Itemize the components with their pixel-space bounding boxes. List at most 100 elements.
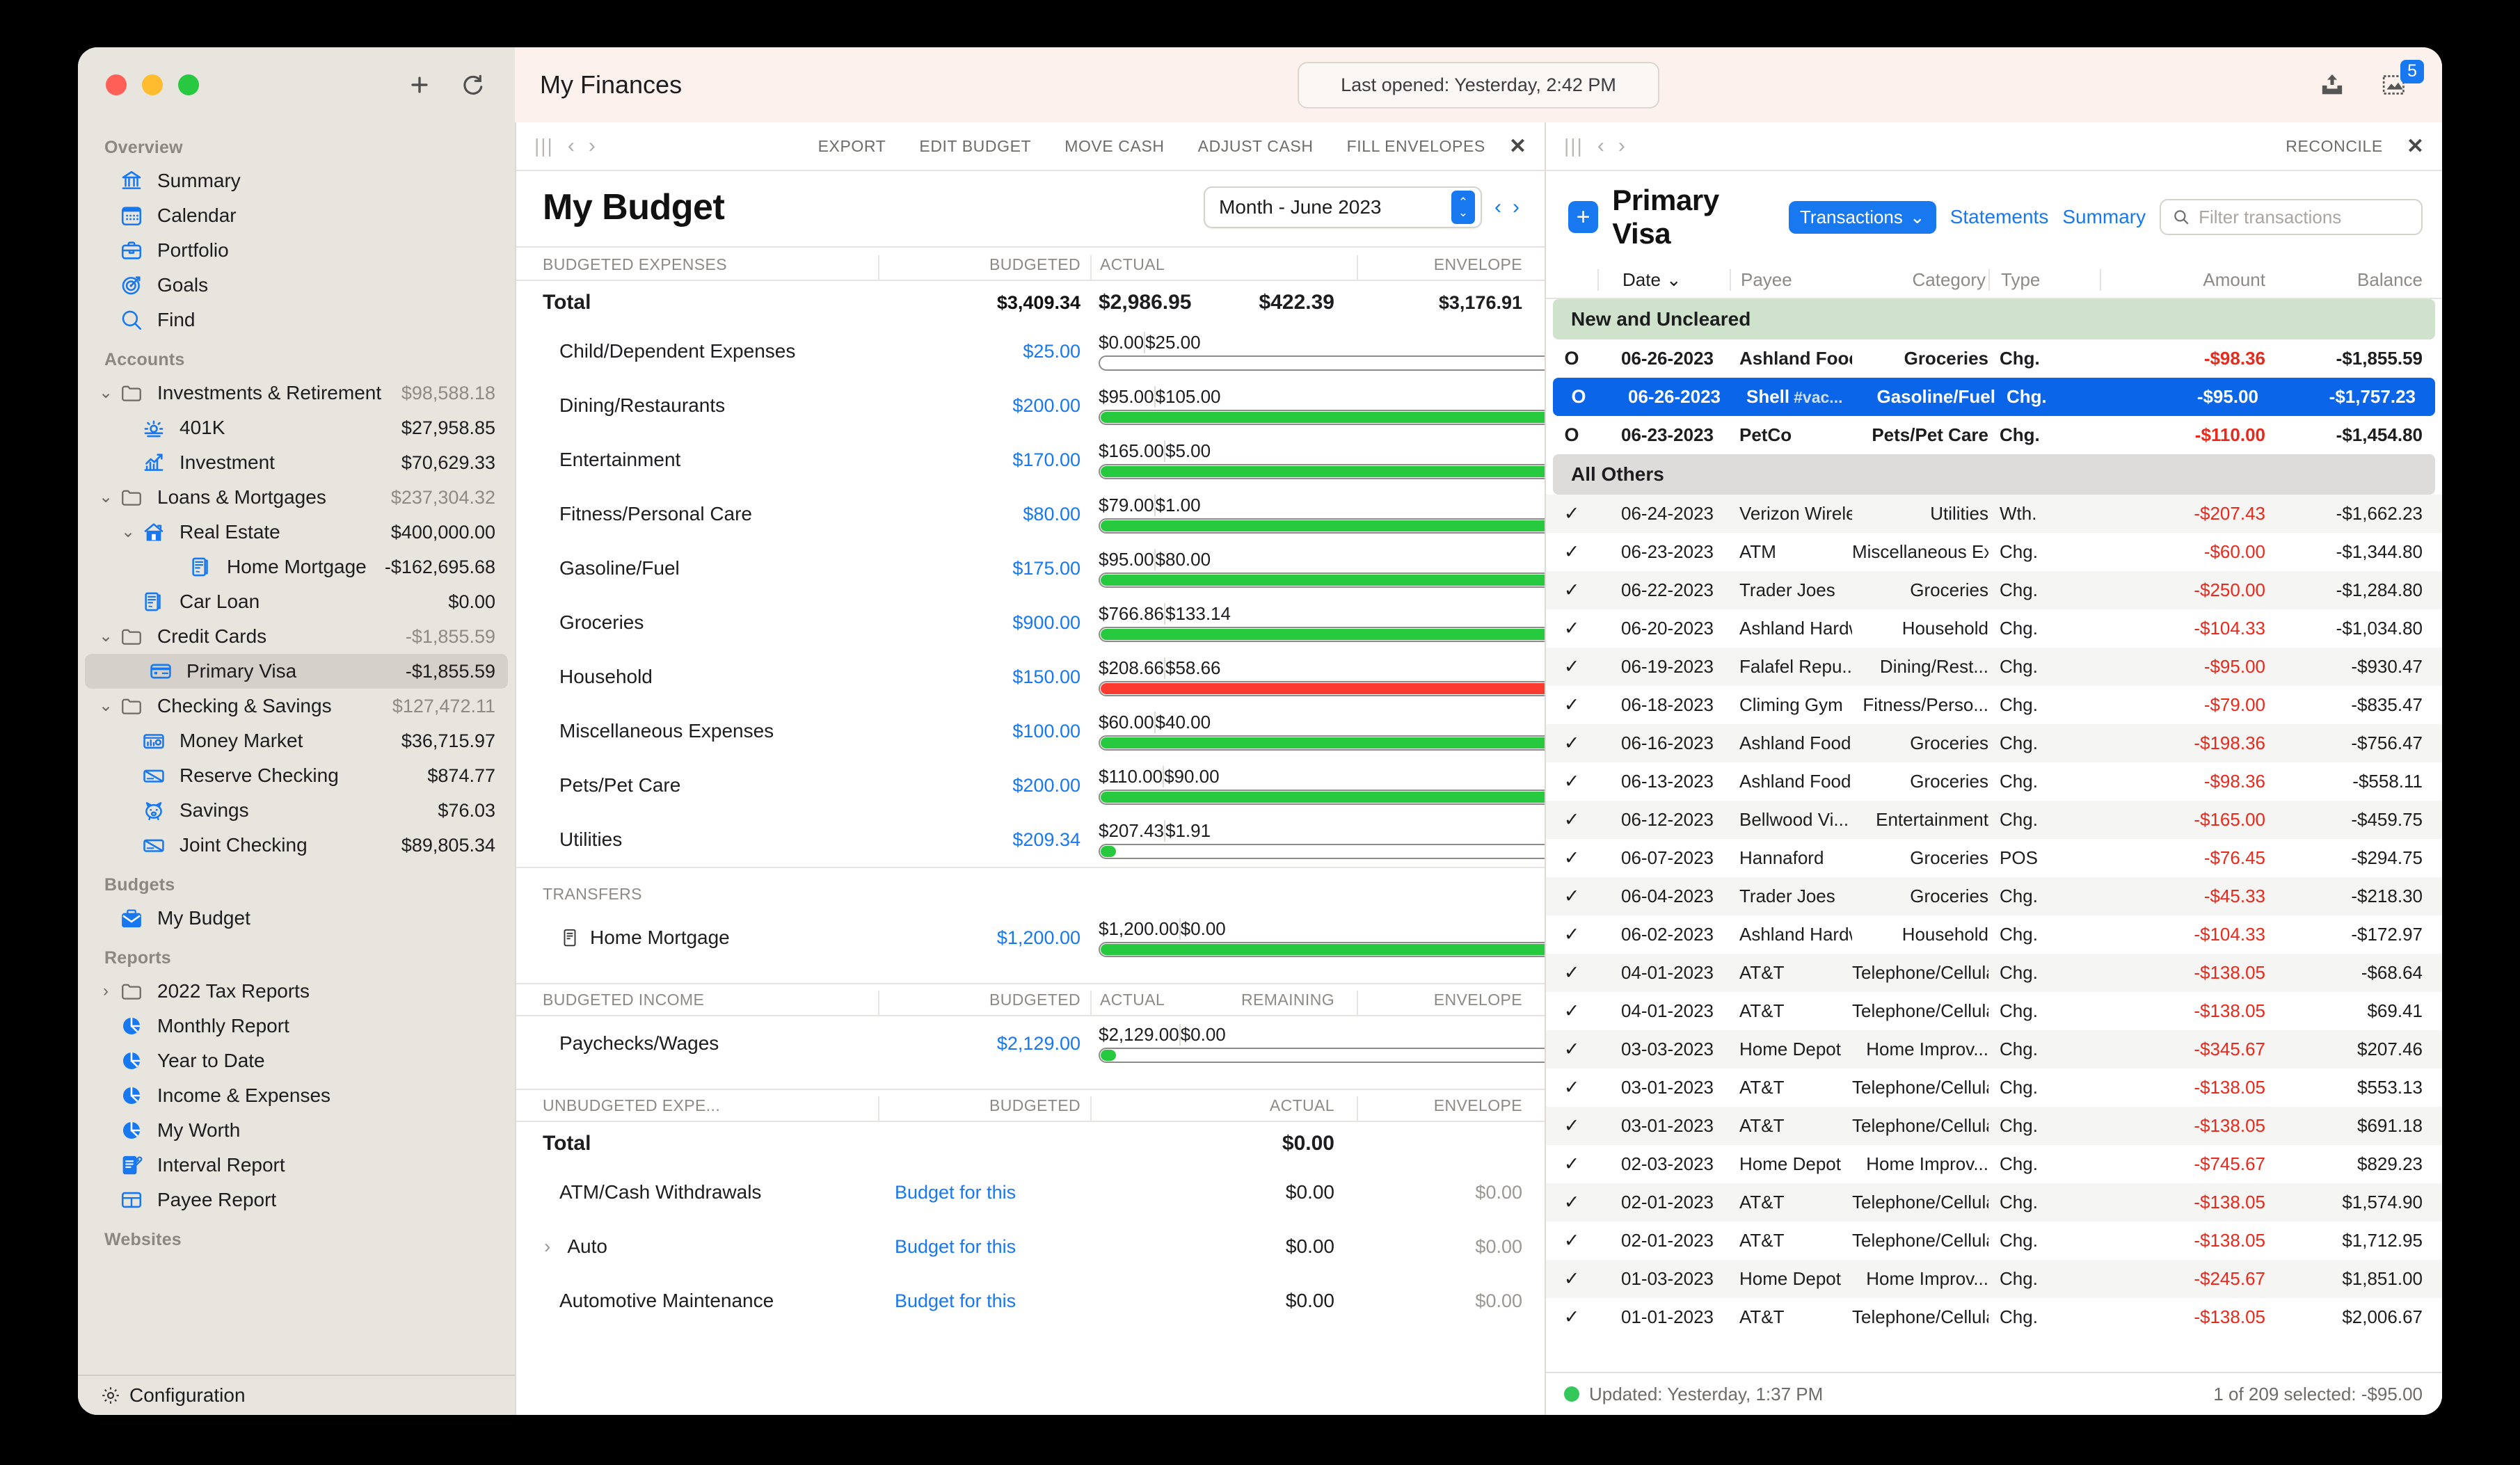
- sidebar-scroll-area[interactable]: Overview Summary Calendar Portfolio Goals Fin…: [78, 122, 515, 1375]
- sidebar-item-my-worth[interactable]: My Worth: [78, 1113, 515, 1148]
- close-window-button[interactable]: [106, 74, 127, 95]
- column-header-name[interactable]: BUDGETED EXPENSES: [516, 255, 878, 280]
- sidebar-item-2022-tax-reports[interactable]: › 2022 Tax Reports: [78, 974, 515, 1009]
- window-controls[interactable]: [106, 74, 199, 95]
- grip-icon[interactable]: |||: [1564, 135, 1584, 157]
- cleared-status-icon[interactable]: ✓: [1546, 809, 1597, 831]
- sidebar-item-joint-checking[interactable]: Joint Checking $89,805.34: [78, 828, 515, 863]
- table-row[interactable]: O 06-23-2023 PetCo Pets/Pet Care Chg. -$110.0…: [1546, 416, 2442, 454]
- toolbar-edit-budget-button[interactable]: EDIT BUDGET: [919, 137, 1031, 156]
- table-row[interactable]: ✓ 04-01-2023 AT&T Telephone/Cellular Chg. -$1…: [1546, 954, 2442, 992]
- sidebar-item-investments-retirement[interactable]: ⌄ Investments & Retirement $98,588.18: [78, 376, 515, 410]
- sidebar-item-reserve-checking[interactable]: Reserve Checking $874.77: [78, 758, 515, 793]
- progress-bar[interactable]: [1099, 518, 1545, 534]
- prev-period-button[interactable]: ‹: [1494, 195, 1501, 219]
- budget-row[interactable]: Miscellaneous Expenses $100.00 $60.00 $40.0…: [516, 704, 1545, 758]
- budget-row[interactable]: Fitness/Personal Care $80.00$79.00$1.00LE…: [516, 487, 1545, 541]
- minimize-window-button[interactable]: [142, 74, 163, 95]
- period-stepper[interactable]: ⌃ ⌄: [1451, 191, 1475, 224]
- cleared-status-icon[interactable]: O: [1546, 348, 1597, 369]
- column-header-income-budgeted[interactable]: BUDGETED: [878, 991, 1090, 1015]
- maximize-window-button[interactable]: [178, 74, 199, 95]
- progress-bar[interactable]: [1099, 942, 1545, 957]
- tab-summary[interactable]: Summary: [2062, 206, 2146, 228]
- column-header-date[interactable]: Date ⌄: [1597, 269, 1730, 291]
- sidebar-item-primary-visa[interactable]: Primary Visa -$1,855.59: [85, 654, 508, 689]
- table-row[interactable]: ✓ 03-03-2023 Home Depot Home Improv... Chg. -…: [1546, 1030, 2442, 1068]
- table-row[interactable]: ✓ 03-01-2023 AT&T Telephone/Cellular Chg. -$1…: [1546, 1107, 2442, 1145]
- budgeted-amount[interactable]: $900.00: [878, 612, 1090, 634]
- table-row[interactable]: ✓ 06-24-2023 Verizon Wireless Utilities Wth.…: [1546, 495, 2442, 533]
- close-icon[interactable]: ✕: [1509, 134, 1526, 159]
- budget-row[interactable]: Utilities$209.34$207.43$1.91LEFT$1.91◎ $…: [516, 812, 1545, 867]
- budgeted-amount[interactable]: $200.00: [878, 395, 1090, 417]
- sidebar-item-home-mortgage[interactable]: Home Mortgage -$162,695.68: [78, 550, 515, 584]
- column-header-unbudgeted-name[interactable]: UNBUDGETED EXPE...: [516, 1096, 878, 1121]
- column-header-budgeted[interactable]: BUDGETED: [878, 255, 1090, 280]
- chevron-down-icon[interactable]: ⌄: [96, 698, 115, 714]
- table-row[interactable]: ✓ 06-18-2023 Climing Gym Fitness/Perso... Ch…: [1546, 686, 2442, 724]
- chevron-down-icon[interactable]: ⌄: [96, 628, 115, 645]
- table-row[interactable]: ✓ 06-04-2023 Trader Joes Groceries Chg. -$45.…: [1546, 877, 2442, 915]
- budget-row[interactable]: Paychecks/Wages $2,129.00$2,129.00$0.00$0…: [516, 1016, 1545, 1071]
- budget-row[interactable]: Groceries$900.00$766.86$133.14LEFT$900.0…: [516, 595, 1545, 650]
- cleared-status-icon[interactable]: ✓: [1546, 1153, 1597, 1175]
- register-scroll-area[interactable]: New and Uncleared O 06-26-2023 Ashland Food…: [1546, 299, 2442, 1372]
- table-row[interactable]: ✓ 06-16-2023 Ashland Food Co... Groceries Ch…: [1546, 724, 2442, 762]
- progress-bar[interactable]: [1099, 790, 1545, 805]
- cleared-status-icon[interactable]: ✓: [1546, 694, 1597, 716]
- cleared-status-icon[interactable]: ✓: [1546, 924, 1597, 945]
- cleared-status-icon[interactable]: ✓: [1546, 1268, 1597, 1290]
- chevron-left-icon[interactable]: ‹: [568, 134, 575, 158]
- column-header-unbudgeted-actual[interactable]: ACTUAL: [1090, 1096, 1357, 1121]
- grip-icon[interactable]: |||: [534, 135, 554, 157]
- sidebar-item-year-to-date[interactable]: Year to Date: [78, 1043, 515, 1078]
- budgeted-amount[interactable]: $170.00: [878, 449, 1090, 471]
- refresh-icon[interactable]: [461, 73, 484, 97]
- unbudgeted-row[interactable]: Automotive Maintenance Budget for this $0.…: [516, 1274, 1545, 1328]
- table-row[interactable]: O 06-26-2023 Ashland Food...⫰ Groceries Chg.…: [1546, 339, 2442, 378]
- sidebar-item-investment[interactable]: Investment $70,629.33: [78, 445, 515, 480]
- budgeted-amount[interactable]: $150.00: [878, 666, 1090, 688]
- budgeted-amount[interactable]: $100.00: [878, 721, 1090, 742]
- budgeted-amount[interactable]: $1,200.00: [878, 927, 1090, 949]
- cleared-status-icon[interactable]: ✓: [1546, 1192, 1597, 1213]
- progress-bar[interactable]: [1099, 681, 1545, 696]
- budgeted-amount[interactable]: $209.34: [878, 829, 1090, 851]
- cleared-status-icon[interactable]: ✓: [1546, 656, 1597, 678]
- tab-statements[interactable]: Statements: [1950, 206, 2049, 228]
- progress-bar[interactable]: [1099, 410, 1545, 425]
- table-row[interactable]: ✓ 04-01-2023 AT&T Telephone/Cellular Chg. -$1…: [1546, 992, 2442, 1030]
- sidebar-item-goals[interactable]: Goals: [78, 268, 515, 303]
- table-row[interactable]: ✓ 06-02-2023 Ashland Hardw... Household Chg.…: [1546, 915, 2442, 954]
- filter-transactions-input[interactable]: Filter transactions: [2160, 199, 2423, 235]
- unbudgeted-row[interactable]: ATM/Cash Withdrawals Budget for this $0.00…: [516, 1165, 1545, 1219]
- sidebar-item-calendar[interactable]: Calendar: [78, 198, 515, 233]
- budget-row[interactable]: Home Mortgage $1,200.00$1,200.00$0.00LEFT…: [516, 911, 1545, 965]
- column-header-envelope[interactable]: ENVELOPE: [1357, 255, 1545, 280]
- cleared-status-icon[interactable]: ✓: [1546, 732, 1597, 754]
- sidebar-item-my-budget[interactable]: My Budget: [78, 901, 515, 936]
- progress-bar[interactable]: [1099, 627, 1545, 642]
- sidebar-item-savings[interactable]: Savings $76.03: [78, 793, 515, 828]
- chevron-down-icon[interactable]: ⌄: [118, 524, 138, 541]
- chevron-right-icon[interactable]: ›: [589, 134, 596, 158]
- cleared-status-icon[interactable]: ✓: [1546, 771, 1597, 792]
- cleared-status-icon[interactable]: ✓: [1546, 847, 1597, 869]
- budgeted-amount[interactable]: $175.00: [878, 558, 1090, 579]
- attachments-icon[interactable]: 5: [2381, 60, 2424, 99]
- reconcile-button[interactable]: RECONCILE: [2286, 137, 2383, 156]
- sidebar-item-money-market[interactable]: Money Market $36,715.97: [78, 723, 515, 758]
- tab-transactions[interactable]: Transactions ⌄: [1789, 200, 1936, 234]
- column-header-balance[interactable]: Balance: [2282, 269, 2442, 291]
- sidebar-item-income-expenses[interactable]: Income & Expenses: [78, 1078, 515, 1113]
- cleared-status-icon[interactable]: ✓: [1546, 962, 1597, 984]
- add-transaction-button[interactable]: +: [1568, 201, 1599, 233]
- sidebar-item-interval-report[interactable]: Interval Report: [78, 1148, 515, 1183]
- period-selector[interactable]: Month - June 2023 ⌃ ⌄: [1204, 186, 1482, 228]
- sidebar-item-portfolio[interactable]: Portfolio: [78, 233, 515, 268]
- sidebar-item-loans-mortgages[interactable]: ⌄ Loans & Mortgages $237,304.32: [78, 480, 515, 515]
- column-header-amount[interactable]: Amount: [2100, 269, 2282, 291]
- cleared-status-icon[interactable]: ✓: [1546, 618, 1597, 639]
- cleared-status-icon[interactable]: ✓: [1546, 1115, 1597, 1137]
